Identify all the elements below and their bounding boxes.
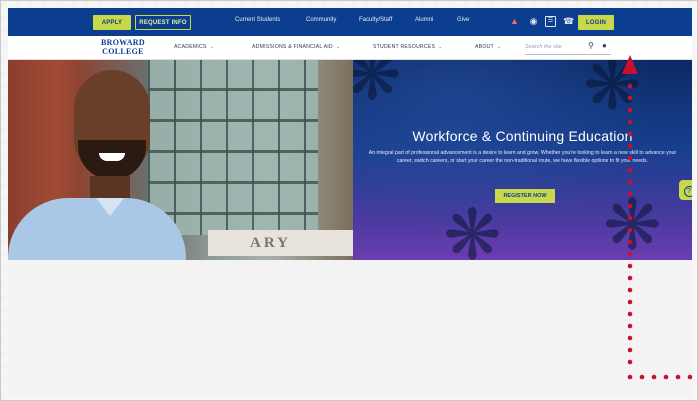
nav-academics-label: ACADEMICS: [174, 44, 207, 50]
chevron-down-icon: ⌄: [496, 44, 502, 50]
nav-about[interactable]: ABOUT ⌄: [475, 44, 501, 50]
current-students-link[interactable]: Current Students: [235, 17, 280, 23]
register-now-button[interactable]: REGISTER NOW: [495, 189, 555, 203]
search-input[interactable]: [525, 44, 577, 50]
library-sign: ARY: [208, 230, 353, 256]
utility-bar: APPLY REQUEST INFO Current Students Comm…: [8, 8, 692, 36]
logo-line-2: COLLEGE: [102, 47, 144, 56]
palm-decoration: ❋: [443, 196, 502, 260]
id-card-icon[interactable]: ☰: [545, 16, 556, 27]
faculty-staff-link[interactable]: Faculty/Staff: [359, 17, 392, 23]
palm-decoration: ❋: [583, 60, 642, 124]
apply-button[interactable]: APPLY: [93, 15, 131, 30]
chevron-down-icon: ⌄: [438, 44, 443, 50]
broward-college-logo[interactable]: BROWARD COLLEGE: [96, 38, 150, 58]
chevron-down-icon: ⌄: [335, 44, 341, 50]
alumni-link[interactable]: Alumni: [415, 17, 433, 23]
logo-line-1: BROWARD: [101, 38, 145, 47]
nav-student-resources-label: STUDENT RESOURCES: [373, 44, 436, 50]
nav-about-label: ABOUT: [475, 44, 494, 50]
palm-decoration: ❋: [603, 186, 662, 260]
chevron-down-icon: ⌄: [209, 44, 215, 50]
login-button[interactable]: LOGIN: [578, 15, 614, 30]
hero-banner: ❋ ❋ ❋ ❋ Workforce & Continuing Education…: [353, 60, 692, 260]
screenshot-frame: APPLY REQUEST INFO Current Students Comm…: [0, 0, 698, 401]
hero-description: An integral part of professional advance…: [368, 150, 677, 164]
give-link[interactable]: Give: [457, 17, 469, 23]
browser-viewport: APPLY REQUEST INFO Current Students Comm…: [8, 8, 692, 396]
hero-title: Workforce & Continuing Education: [412, 128, 633, 144]
search-box: ⚲ ●: [525, 40, 611, 55]
nav-academics[interactable]: ACADEMICS ⌄: [174, 44, 214, 50]
nav-admissions-label: ADMISSIONS & FINANCIAL AID: [252, 44, 333, 50]
hero-photo: ARY: [8, 60, 353, 260]
phone-icon[interactable]: ☎: [563, 16, 574, 27]
nav-admissions[interactable]: ADMISSIONS & FINANCIAL AID ⌄: [252, 44, 340, 50]
location-pin-icon[interactable]: ◉: [528, 16, 539, 27]
shirt-collar: [96, 198, 124, 216]
question-icon: ?: [683, 186, 692, 197]
main-navigation: BROWARD COLLEGE ACADEMICS ⌄ ADMISSIONS & …: [8, 36, 692, 60]
help-button[interactable]: ?: [679, 180, 692, 200]
microphone-icon[interactable]: ●: [602, 41, 607, 50]
search-icon[interactable]: ⚲: [588, 41, 594, 50]
request-info-button[interactable]: REQUEST INFO: [135, 15, 191, 30]
nav-student-resources[interactable]: STUDENT RESOURCES ⌄: [373, 44, 443, 50]
bell-icon[interactable]: ▲: [509, 16, 520, 27]
community-link[interactable]: Community: [306, 17, 336, 23]
building-windows: [148, 60, 318, 235]
palm-decoration: ❋: [353, 60, 402, 110]
person-smile: [99, 153, 125, 161]
